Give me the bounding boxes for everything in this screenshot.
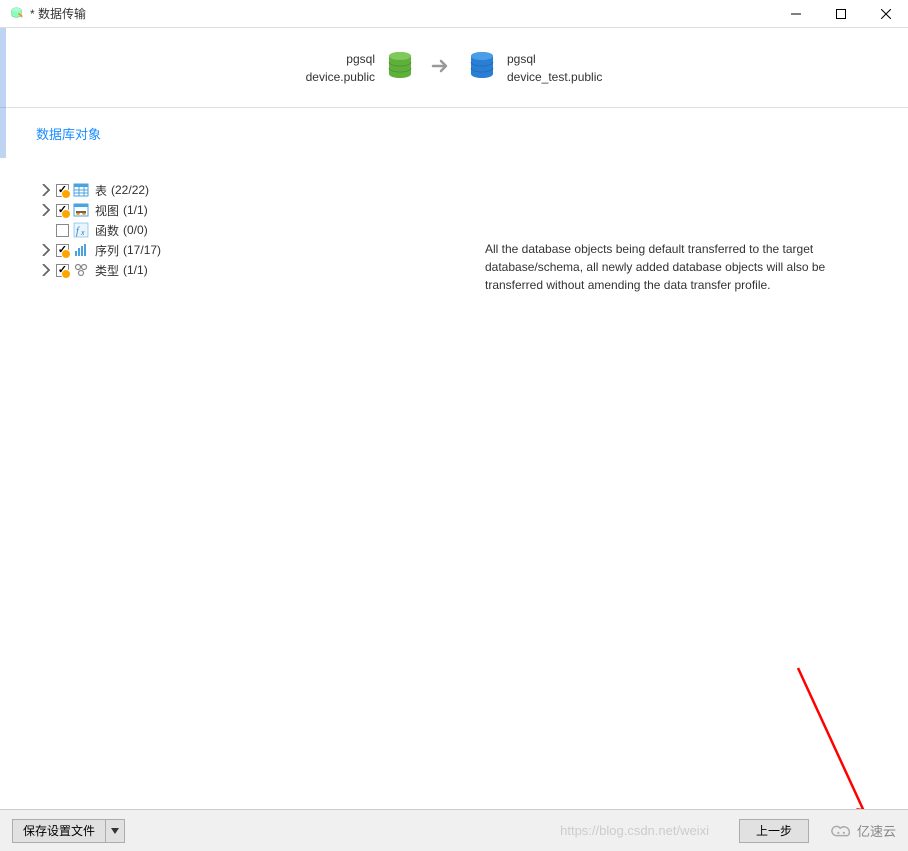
object-tree-panel: 表 (22/22) 视图 (1/1) fx 函数 (0/0) (10, 160, 465, 809)
view-icon (73, 202, 89, 218)
target-schema: device_test.public (507, 68, 602, 86)
target-name: pgsql (507, 50, 602, 68)
close-button[interactable] (863, 0, 908, 28)
tree-label: 序列 (95, 242, 119, 259)
tree-count: (1/1) (123, 263, 148, 277)
tree-label: 函数 (95, 222, 119, 239)
sequence-icon (73, 242, 89, 258)
svg-text:x: x (80, 230, 85, 237)
table-icon (73, 182, 89, 198)
tree-item-sequences[interactable]: 序列 (17/17) (40, 240, 455, 260)
source-connection: pgsql device.public (306, 50, 413, 86)
tree-count: (0/0) (123, 223, 148, 237)
tree-count: (1/1) (123, 203, 148, 217)
watermark-text: https://blog.csdn.net/weixi (560, 823, 709, 838)
source-name: pgsql (306, 50, 375, 68)
description-text: All the database objects being default t… (485, 240, 868, 294)
chevron-right-icon[interactable] (40, 244, 52, 256)
save-profile-label: 保存设置文件 (13, 820, 106, 842)
footer: 保存设置文件 https://blog.csdn.net/weixi 上一步 亿… (0, 809, 908, 851)
checkbox-views[interactable] (56, 204, 69, 217)
function-icon: fx (73, 222, 89, 238)
database-source-icon (387, 51, 413, 84)
tree-count: (22/22) (111, 183, 149, 197)
tree-item-views[interactable]: 视图 (1/1) (40, 200, 455, 220)
app-icon (8, 6, 24, 22)
source-schema: device.public (306, 68, 375, 86)
window-controls (773, 0, 908, 28)
tree-item-tables[interactable]: 表 (22/22) (40, 180, 455, 200)
source-labels: pgsql device.public (306, 50, 375, 86)
tree-label: 表 (95, 182, 107, 199)
brand-text: 亿速云 (857, 821, 896, 840)
chevron-right-icon[interactable] (40, 264, 52, 276)
tree-item-types[interactable]: 类型 (1/1) (40, 260, 455, 280)
tree-label: 类型 (95, 262, 119, 279)
connection-header: pgsql device.public (0, 28, 908, 108)
previous-button[interactable]: 上一步 (739, 819, 809, 843)
database-target-icon (469, 51, 495, 84)
tree-count: (17/17) (123, 243, 161, 257)
description-panel: All the database objects being default t… (465, 160, 898, 809)
checkbox-types[interactable] (56, 264, 69, 277)
checkbox-functions[interactable] (56, 224, 69, 237)
target-connection: pgsql device_test.public (469, 50, 602, 86)
brand-logo: 亿速云 (831, 821, 896, 840)
left-edge-decoration (0, 28, 6, 158)
window-title: * 数据传输 (30, 5, 86, 22)
target-labels: pgsql device_test.public (507, 50, 602, 86)
dropdown-arrow-icon[interactable] (106, 820, 124, 842)
checkbox-tables[interactable] (56, 184, 69, 197)
titlebar: * 数据传输 (0, 0, 908, 28)
tree-label: 视图 (95, 202, 119, 219)
content-area: 表 (22/22) 视图 (1/1) fx 函数 (0/0) (10, 160, 898, 809)
chevron-right-icon[interactable] (40, 204, 52, 216)
minimize-button[interactable] (773, 0, 818, 28)
maximize-button[interactable] (818, 0, 863, 28)
arrow-right-icon (431, 59, 451, 76)
type-icon (73, 262, 89, 278)
save-profile-button[interactable]: 保存设置文件 (12, 819, 125, 843)
checkbox-sequences[interactable] (56, 244, 69, 257)
chevron-right-icon[interactable] (40, 184, 52, 196)
section-title: 数据库对象 (0, 108, 908, 153)
tree-item-functions[interactable]: fx 函数 (0/0) (40, 220, 455, 240)
